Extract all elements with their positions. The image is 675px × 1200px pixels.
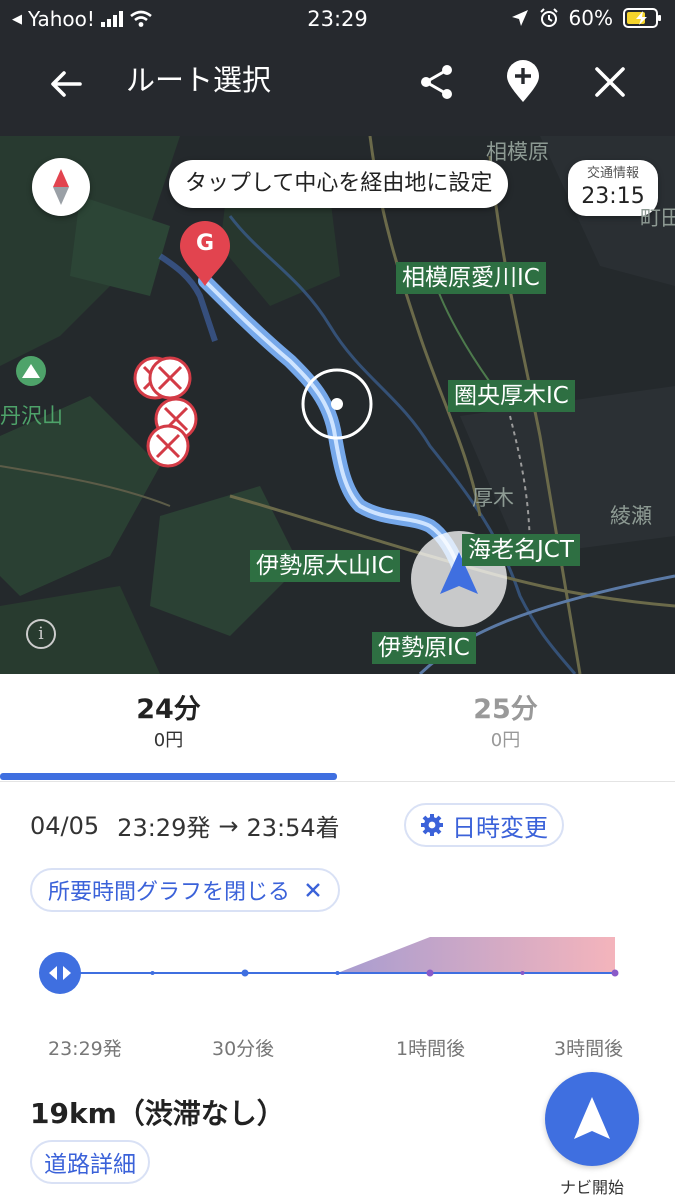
back-button[interactable] — [42, 60, 90, 108]
route-tab[interactable]: 24分 0円 — [0, 692, 337, 754]
ic-label[interactable]: 相模原愛川IC — [396, 262, 546, 294]
start-navigation-label: ナビ開始 — [559, 1178, 624, 1197]
ic-label[interactable]: 伊勢原IC — [372, 632, 476, 664]
close-icon — [595, 67, 625, 97]
place-label: 相模原 — [486, 140, 549, 164]
goal-marker-label: G — [195, 231, 215, 256]
route-duration: 24分 — [136, 694, 201, 725]
road-detail-button[interactable]: 道路詳細 — [30, 1140, 150, 1184]
graph-point[interactable] — [335, 971, 340, 975]
compass-icon — [53, 169, 69, 205]
depart-time: 23:29発 — [117, 814, 211, 842]
road-detail-label: 道路詳細 — [44, 1152, 136, 1178]
place-label: 綾瀬 — [610, 504, 652, 528]
graph-point[interactable] — [611, 969, 619, 977]
route-distance: 19km（渋滞なし） — [30, 1097, 285, 1130]
road-closure-icon[interactable] — [146, 397, 198, 468]
change-datetime-label: 日時変更 — [452, 813, 548, 842]
gear-icon — [421, 814, 443, 836]
waypoint-hint[interactable]: タップして中心を経由地に設定 — [169, 160, 509, 208]
arrow-icon: → — [218, 811, 239, 840]
place-label: 丹沢山 — [0, 404, 63, 428]
route-toll: 0円 — [153, 730, 184, 751]
place-label: 厚木 — [472, 486, 514, 510]
graph-time-slider-handle[interactable] — [39, 952, 81, 994]
back-arrow-icon — [51, 71, 82, 97]
location-arrow-icon — [511, 10, 528, 26]
graph-tick-label: 1時間後 — [396, 1038, 466, 1060]
map-view[interactable]: G タップして中心を経由地に設定 交通情報 23:15 相模原愛川IC 圏央厚木… — [0, 136, 675, 674]
ic-label[interactable]: 海老名JCT — [462, 534, 580, 566]
graph-point[interactable] — [520, 971, 525, 975]
graph-point[interactable] — [150, 971, 155, 975]
road-closure-icon[interactable] — [133, 356, 192, 400]
battery-percent: 60% — [568, 6, 613, 30]
place-label: 町田 — [640, 206, 675, 230]
add-pin-icon — [507, 60, 539, 102]
share-icon — [421, 65, 452, 99]
arrive-time: 23:54着 — [246, 814, 340, 842]
status-bar: ◀ Yahoo! 23:29 60% — [0, 0, 675, 40]
schedule-row: 04/05 23:29発 → 23:54着 — [30, 808, 340, 843]
ic-label[interactable]: 圏央厚木IC — [448, 380, 575, 412]
share-button[interactable] — [411, 56, 463, 108]
close-graph-button[interactable]: 所要時間グラフを閉じる — [30, 868, 341, 912]
graph-point[interactable] — [241, 969, 249, 977]
graph-congestion-area — [60, 937, 615, 973]
app-header: ルート選択 — [0, 40, 675, 136]
graph-tick-label: 23:29発 — [48, 1038, 122, 1060]
route-tabs: 24分 0円 25分 0円 — [0, 674, 675, 782]
schedule-date: 04/05 — [30, 811, 100, 840]
add-waypoint-button[interactable] — [497, 56, 549, 108]
route-tab[interactable]: 25分 0円 — [337, 692, 674, 754]
battery-charging-icon — [623, 8, 661, 28]
change-datetime-button[interactable]: 日時変更 — [404, 803, 564, 847]
alarm-icon — [539, 8, 558, 27]
navigation-arrow-icon — [574, 1097, 610, 1139]
route-toll: 0円 — [490, 730, 521, 751]
graph-tick-label: 30分後 — [212, 1038, 275, 1060]
traffic-info-label: 交通情報 — [586, 166, 639, 181]
compass-button[interactable] — [32, 158, 90, 216]
page-title: ルート選択 — [126, 63, 272, 97]
ic-label[interactable]: 伊勢原大山IC — [250, 550, 400, 582]
graph-point[interactable] — [426, 969, 434, 977]
selected-tab-indicator — [0, 773, 337, 780]
route-duration: 25分 — [473, 694, 538, 725]
close-graph-label: 所要時間グラフを閉じる — [48, 880, 291, 905]
graph-tick-label: 3時間後 — [554, 1038, 624, 1060]
map-info-icon[interactable]: i — [26, 619, 56, 649]
mountain-icon[interactable] — [16, 356, 46, 386]
start-navigation-button[interactable] — [545, 1072, 639, 1166]
close-button[interactable] — [584, 56, 636, 108]
close-icon — [306, 883, 320, 897]
